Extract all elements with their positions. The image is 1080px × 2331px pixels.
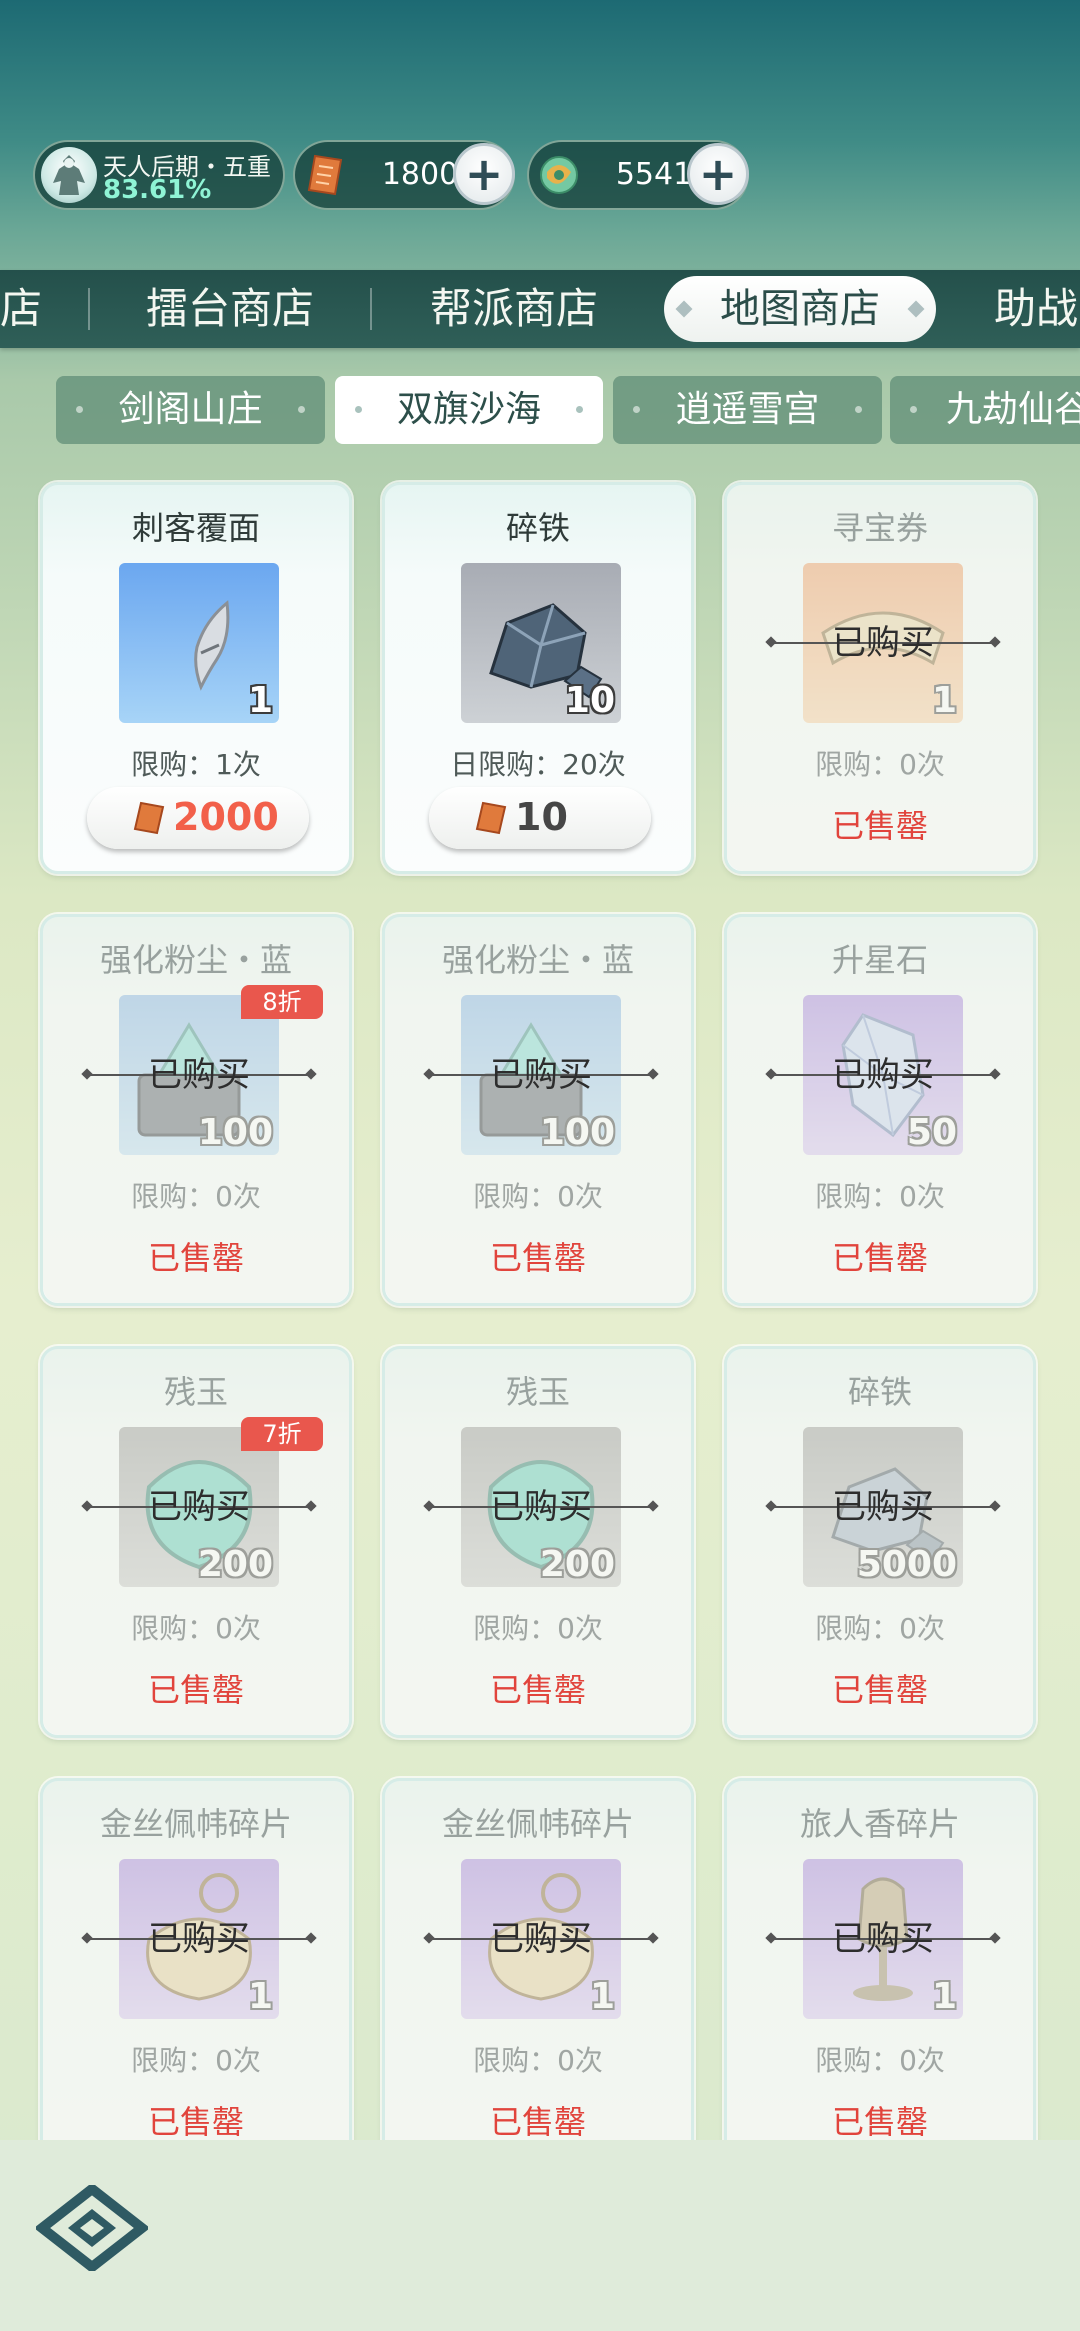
bottom-bar [0,2140,1080,2331]
buy-button[interactable]: 10 [429,787,651,849]
purchase-limit: 限购：0次 [473,2044,603,2077]
purchase-limit: 限购：0次 [815,2044,945,2077]
sold-out-label: 已售罄 [831,807,928,845]
item-quantity: 1 [931,1976,957,2017]
shop-item-card[interactable]: 刺客覆面 1 限购：1次 2000 [40,482,352,874]
item-name: 碎铁 [505,509,570,547]
shop-item-card[interactable]: 寻宝券 1 已购买 限购：0次 已售罄 [724,482,1036,874]
discount-badge: 7折 [241,1417,323,1451]
sold-out-label: 已售罄 [147,2103,244,2140]
purchase-limit: 限购：0次 [815,1180,945,1213]
sold-out-label: 已售罄 [831,2103,928,2140]
item-quantity: 1 [247,680,273,721]
item-name: 寻宝券 [831,509,928,547]
item-name: 残玉 [505,1373,570,1411]
sold-out-label: 已售罄 [147,1239,244,1277]
item-quantity: 100 [539,1112,615,1153]
item-name: 残玉 [163,1373,228,1411]
item-name: 金丝佩帏碎片 [99,1805,292,1843]
item-name: 升星石 [831,941,928,979]
purchase-limit: 限购：0次 [473,1612,603,1645]
bought-overlay: 已购买 [423,1489,659,1525]
item-quantity: 10 [564,680,615,721]
sold-out-label: 已售罄 [147,1671,244,1709]
item-price: 2000 [173,795,279,839]
item-quantity: 100 [197,1112,273,1153]
item-quantity: 200 [539,1544,615,1585]
ticket-icon [475,801,507,835]
sold-out-label: 已售罄 [831,1239,928,1277]
home-icon[interactable] [36,2185,148,2271]
purchase-limit: 限购：0次 [815,748,945,781]
purchase-limit: 限购：1次 [131,748,261,781]
shop-item-card[interactable]: 残玉 200 7折 已购买 限购：0次 已售罄 [40,1346,352,1738]
shop-item-card[interactable]: 金丝佩帏碎片 1 已购买 限购：0次 已售罄 [40,1778,352,2140]
item-price: 10 [515,795,568,839]
item-name: 旅人香碎片 [799,1805,960,1843]
item-name: 碎铁 [847,1373,912,1411]
bought-overlay: 已购买 [765,625,1001,661]
item-name: 强化粉尘・蓝 [441,941,634,979]
bought-overlay: 已购买 [423,1057,659,1093]
item-image: 10 [461,563,621,723]
item-name: 强化粉尘・蓝 [99,941,292,979]
shop-item-card[interactable]: 强化粉尘・蓝 100 8折 已购买 限购：0次 已售罄 [40,914,352,1306]
shop-item-card[interactable]: 金丝佩帏碎片 1 已购买 限购：0次 已售罄 [382,1778,694,2140]
sold-out-label: 已售罄 [831,1671,928,1709]
bought-overlay: 已购买 [765,1057,1001,1093]
item-quantity: 5000 [856,1544,957,1585]
sold-out-label: 已售罄 [489,2103,586,2140]
bought-overlay: 已购买 [81,1489,317,1525]
item-quantity: 200 [197,1544,273,1585]
item-quantity: 1 [247,1976,273,2017]
item-name: 刺客覆面 [131,509,260,547]
shop-item-card[interactable]: 强化粉尘・蓝 100 已购买 限购：0次 已售罄 [382,914,694,1306]
purchase-limit: 限购：0次 [815,1612,945,1645]
bought-overlay: 已购买 [81,1057,317,1093]
purchase-limit: 日限购：20次 [450,748,626,781]
bought-overlay: 已购买 [765,1921,1001,1957]
shop-item-card[interactable]: 旅人香碎片 1 已购买 限购：0次 已售罄 [724,1778,1036,2140]
item-image: 1 [119,563,279,723]
item-quantity: 1 [589,1976,615,2017]
shop-item-card[interactable]: 碎铁 10 日限购：20次 10 [382,482,694,874]
sold-out-label: 已售罄 [489,1671,586,1709]
discount-badge: 8折 [241,985,323,1019]
shop-item-card[interactable]: 残玉 200 已购买 限购：0次 已售罄 [382,1346,694,1738]
item-grid: 刺客覆面 1 限购：1次 2000 碎铁 10 日限购：20次 10 寻宝券 1… [0,0,1080,2140]
bought-overlay: 已购买 [765,1489,1001,1525]
ticket-icon [133,801,165,835]
purchase-limit: 限购：0次 [131,1612,261,1645]
bought-overlay: 已购买 [423,1921,659,1957]
buy-button[interactable]: 2000 [87,787,309,849]
item-quantity: 1 [931,680,957,721]
purchase-limit: 限购：0次 [473,1180,603,1213]
sold-out-label: 已售罄 [489,1239,586,1277]
item-name: 金丝佩帏碎片 [441,1805,634,1843]
shop-item-card[interactable]: 碎铁 5000 已购买 限购：0次 已售罄 [724,1346,1036,1738]
purchase-limit: 限购：0次 [131,1180,261,1213]
shop-item-card[interactable]: 升星石 50 已购买 限购：0次 已售罄 [724,914,1036,1306]
purchase-limit: 限购：0次 [131,2044,261,2077]
item-quantity: 50 [906,1112,957,1153]
bought-overlay: 已购买 [81,1921,317,1957]
